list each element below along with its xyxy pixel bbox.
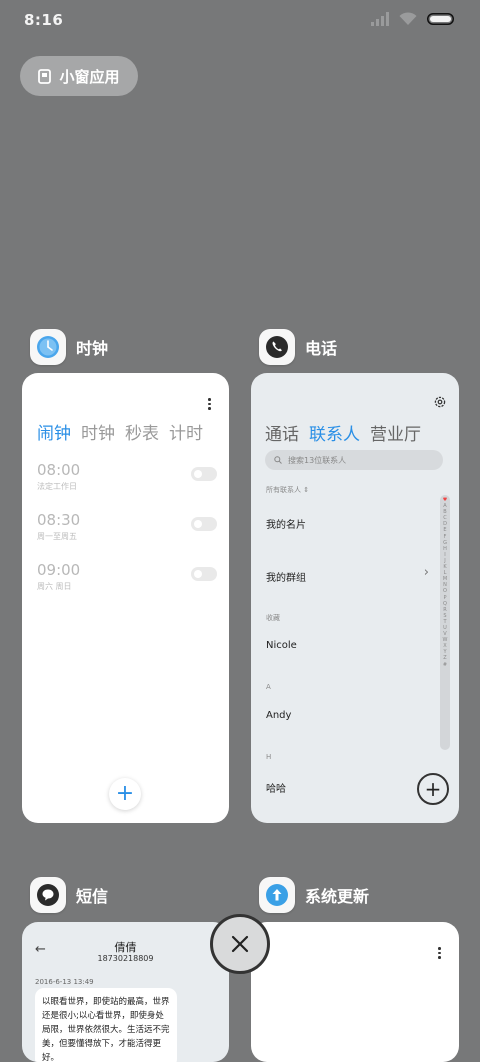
small-window-icon <box>38 68 52 84</box>
conversation-contact-name: 倩倩 <box>114 941 137 954</box>
message-bubble: 以眼看世界，即使站的最高，世界还是很小;以心看世界，即使身处局限，世界依然很大。… <box>35 988 177 1062</box>
section-favorites: 收藏 <box>266 614 280 622</box>
add-alarm-button[interactable]: + <box>109 778 141 810</box>
contacts-filter[interactable]: 所有联系人 ⇕ <box>266 485 309 495</box>
status-time: 8:16 <box>24 11 64 29</box>
my-groups-row[interactable]: 我的群组 <box>266 569 306 584</box>
close-icon <box>231 935 249 953</box>
update-arrow-icon <box>266 884 288 906</box>
alarm-time: 08:30 <box>37 511 81 529</box>
contact-search-input[interactable]: 搜索13位联系人 <box>265 450 443 470</box>
clock-app-header[interactable]: 时钟 <box>30 329 108 365</box>
tab-stopwatch[interactable]: 秒表 <box>125 419 159 444</box>
phone-app-header[interactable]: 电话 <box>259 329 337 365</box>
update-app-icon-tile <box>259 877 295 913</box>
tab-service-hall[interactable]: 营业厅 <box>370 420 421 445</box>
alarm-toggle[interactable] <box>191 467 217 481</box>
tab-alarm[interactable]: 闹钟 <box>37 419 71 444</box>
phone-app-card[interactable]: 通话 联系人 营业厅 搜索13位联系人 所有联系人 ⇕ 我的名片 我的群组 › … <box>251 373 459 823</box>
clear-all-button[interactable] <box>210 914 270 974</box>
clock-icon <box>37 336 59 358</box>
clock-app-name: 时钟 <box>76 339 109 358</box>
section-h: H <box>266 753 272 761</box>
alarm-toggle[interactable] <box>191 567 217 581</box>
conversation-contact-number: 18730218809 <box>97 954 154 963</box>
search-icon <box>274 456 282 464</box>
message-bubble-icon <box>37 884 59 906</box>
alarm-time: 08:00 <box>37 461 81 479</box>
phone-tabs: 通话 联系人 营业厅 <box>265 420 421 445</box>
tab-calls[interactable]: 通话 <box>265 420 299 445</box>
alarm-item[interactable]: 08:00 法定工作日 <box>37 461 217 492</box>
alphabet-index-letter[interactable]: # <box>443 662 447 668</box>
battery-icon <box>427 13 454 25</box>
alphabet-index-scrollbar[interactable]: ♥ A B C D E F G H I J K L M N O P Q R S T U V W X Y Z # <box>440 495 450 750</box>
alarm-item[interactable]: 09:00 周六 周日 <box>37 561 217 592</box>
contact-row[interactable]: Nicole <box>266 640 297 651</box>
phone-app-icon-tile <box>259 329 295 365</box>
contact-row[interactable]: 哈哈 <box>266 780 286 795</box>
more-options-icon[interactable] <box>438 947 442 959</box>
add-contact-button[interactable]: + <box>417 773 449 805</box>
update-app-name: 系统更新 <box>305 887 370 906</box>
alarm-item[interactable]: 08:30 周一至周五 <box>37 511 217 542</box>
tab-contacts[interactable]: 联系人 <box>309 420 360 445</box>
phone-app-name: 电话 <box>305 339 338 358</box>
alarm-repeat: 周六 周日 <box>37 582 72 591</box>
my-card-row[interactable]: 我的名片 <box>266 516 306 531</box>
clock-tabs: 闹钟 时钟 秒表 计时 <box>37 419 203 444</box>
small-window-label: 小窗应用 <box>59 67 120 86</box>
system-update-app-card[interactable] <box>251 922 459 1062</box>
message-timestamp: 2016-6-13 13:49 <box>35 978 94 986</box>
small-window-apps-button[interactable]: 小窗应用 <box>20 56 138 96</box>
section-a: A <box>266 683 271 691</box>
sms-app-icon-tile <box>30 877 66 913</box>
search-placeholder: 搜索13位联系人 <box>288 455 347 465</box>
chevron-right-icon: › <box>423 565 429 580</box>
alarm-time: 09:00 <box>37 561 81 579</box>
tab-timer[interactable]: 计时 <box>169 419 203 444</box>
system-icons <box>371 12 454 26</box>
alarm-repeat: 周一至周五 <box>37 532 77 541</box>
settings-gear-icon[interactable] <box>434 396 446 408</box>
sms-app-name: 短信 <box>76 887 109 906</box>
tab-clock[interactable]: 时钟 <box>81 419 115 444</box>
contact-row[interactable]: Andy <box>266 710 291 721</box>
clock-app-card[interactable]: 闹钟 时钟 秒表 计时 08:00 法定工作日 08:30 周一至周五 09:0… <box>22 373 229 823</box>
wifi-icon <box>399 12 417 25</box>
phone-icon <box>266 336 288 358</box>
more-options-icon[interactable] <box>208 398 212 410</box>
signal-icon <box>371 12 389 26</box>
update-app-header[interactable]: 系统更新 <box>259 877 369 913</box>
sms-app-card[interactable]: ← 倩倩 18730218809 2016-6-13 13:49 以眼看世界，即… <box>22 922 229 1062</box>
status-bar: 8:16 <box>0 0 480 40</box>
alarm-repeat: 法定工作日 <box>37 482 77 491</box>
clock-app-icon-tile <box>30 329 66 365</box>
alarm-toggle[interactable] <box>191 517 217 531</box>
sms-app-header[interactable]: 短信 <box>30 877 108 913</box>
